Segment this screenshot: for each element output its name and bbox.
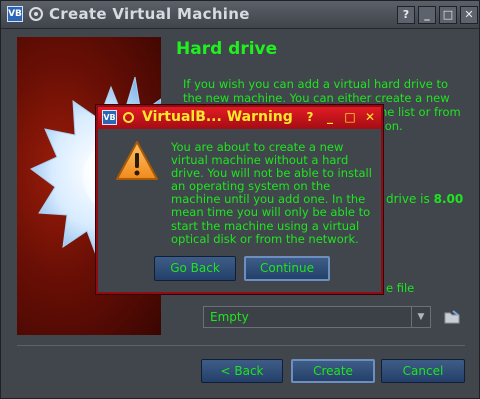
back-button[interactable]: < Back — [201, 359, 283, 383]
dialog-titlebar[interactable]: VB VirtualB... Warning ? _ □ ✕ — [98, 107, 381, 129]
warning-message: You are about to create a new virtual ma… — [171, 140, 372, 246]
hard-drive-select[interactable]: Empty ▼ — [203, 306, 431, 328]
page-heading: Hard drive — [176, 39, 278, 59]
warning-icon — [116, 141, 158, 180]
folder-icon[interactable] — [444, 309, 460, 325]
dialog-title: VirtualB... Warning — [142, 109, 293, 125]
existing-file-label: e file — [386, 281, 415, 295]
close-button[interactable]: ✕ — [460, 6, 478, 24]
go-back-button[interactable]: Go Back — [154, 256, 236, 281]
cancel-button[interactable]: Cancel — [381, 359, 465, 383]
dialog-maximize-button[interactable]: □ — [343, 110, 357, 125]
window-title: Create Virtual Machine — [49, 5, 250, 23]
virtualbox-app-icon[interactable]: VB — [102, 110, 117, 125]
button-separator — [17, 345, 465, 346]
virtualbox-app-icon[interactable]: VB — [7, 6, 23, 22]
drive-size-prefix: drive is — [386, 192, 430, 206]
drive-size-text: drive is 8.00 — [386, 192, 463, 206]
help-button[interactable]: ? — [397, 6, 415, 24]
chevron-down-icon[interactable]: ▼ — [411, 307, 430, 327]
window-titlebar[interactable]: VB Create Virtual Machine ? _ □ ✕ — [1, 1, 479, 29]
hard-drive-select-value: Empty — [210, 310, 249, 324]
create-button[interactable]: Create — [291, 359, 375, 383]
dialog-close-button[interactable]: ✕ — [363, 110, 377, 125]
minimize-button[interactable]: _ — [418, 6, 436, 24]
dialog-help-button[interactable]: ? — [303, 110, 317, 125]
pin-icon[interactable] — [123, 112, 134, 123]
maximize-button[interactable]: □ — [439, 6, 457, 24]
drive-size-value: 8.00 — [433, 192, 464, 206]
continue-button[interactable]: Continue — [244, 256, 330, 281]
dialog-minimize-button[interactable]: _ — [323, 110, 337, 125]
pin-icon[interactable] — [29, 7, 43, 21]
warning-dialog: VB VirtualB... Warning ? _ □ ✕ You are a… — [96, 105, 383, 294]
